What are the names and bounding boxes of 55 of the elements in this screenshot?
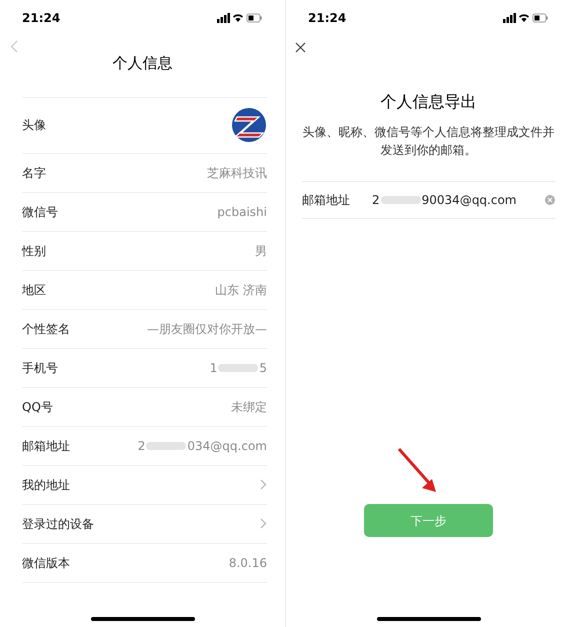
field-value: 2 — [372, 192, 380, 209]
status-icons — [503, 12, 549, 22]
page-title: 个人信息 — [112, 53, 172, 74]
settings-row[interactable]: 邮箱地址 2 034@qq.com — [22, 426, 267, 466]
row-value: 034@qq.com — [187, 438, 267, 454]
settings-row[interactable]: 头像 — [22, 96, 267, 154]
avatar-logo — [231, 107, 267, 143]
status-time: 21:24 — [22, 10, 60, 26]
row-label: 登录过的设备 — [22, 516, 94, 532]
row-label: 手机号 — [22, 360, 58, 376]
row-label: 我的地址 — [22, 476, 70, 494]
row-value: 男 — [255, 242, 267, 260]
close-icon[interactable] — [295, 42, 306, 53]
status-time: 21:24 — [308, 10, 346, 26]
row-label: 邮箱地址 — [22, 438, 70, 454]
settings-row[interactable]: 地区 山东 济南 — [22, 270, 267, 310]
clear-icon[interactable] — [545, 195, 555, 205]
row-value: 2 — [138, 438, 146, 454]
row-label: 头像 — [22, 117, 46, 134]
settings-row[interactable]: 个性签名 —朋友圈仅对你开放— — [22, 310, 267, 348]
description: 头像、昵称、微信号等个人信息将整理成文件并发送到你的邮箱。 — [302, 124, 555, 159]
field-value: 90034@qq.com — [422, 192, 516, 209]
settings-row[interactable]: 微信版本 8.0.16 — [22, 544, 267, 582]
status-icons — [217, 12, 263, 22]
row-label: 名字 — [22, 164, 46, 182]
row-value: 未绑定 — [231, 398, 267, 416]
settings-row[interactable]: 名字 芝麻科技讯 — [22, 154, 267, 192]
settings-row[interactable]: 登录过的设备 — [22, 504, 267, 544]
blurred-text — [146, 442, 186, 450]
row-label: QQ号 — [22, 398, 53, 416]
row-label: 性别 — [22, 242, 46, 260]
settings-row[interactable]: 我的地址 — [22, 466, 267, 504]
settings-row[interactable]: 性别 男 — [22, 232, 267, 270]
row-value: 山东 济南 — [215, 282, 267, 298]
chevron-right-icon — [260, 518, 267, 529]
settings-row[interactable]: QQ号 未绑定 — [22, 388, 267, 426]
blurred-text — [218, 364, 258, 372]
settings-row[interactable]: 手机号 1 5 — [22, 348, 267, 388]
row-label: 个性签名 — [22, 320, 70, 338]
email-field[interactable]: 邮箱地址 2 90034@qq.com — [302, 181, 555, 219]
page-title: 个人信息导出 — [380, 91, 476, 113]
row-label: 微信版本 — [22, 554, 70, 572]
field-label: 邮箱地址 — [302, 192, 351, 209]
settings-row[interactable]: 微信号 pcbaishi — [22, 192, 267, 232]
blurred-text — [380, 196, 421, 204]
row-value: 5 — [259, 360, 267, 376]
row-label: 地区 — [22, 282, 46, 298]
row-value: pcbaishi — [217, 204, 267, 220]
row-value: 芝麻科技讯 — [207, 164, 267, 182]
back-icon[interactable] — [10, 40, 18, 53]
row-value: 1 — [210, 360, 218, 376]
row-value: —朋友圈仅对你开放— — [147, 320, 267, 338]
row-label: 微信号 — [22, 204, 58, 220]
chevron-right-icon — [260, 479, 267, 490]
row-value: 8.0.16 — [228, 554, 267, 572]
